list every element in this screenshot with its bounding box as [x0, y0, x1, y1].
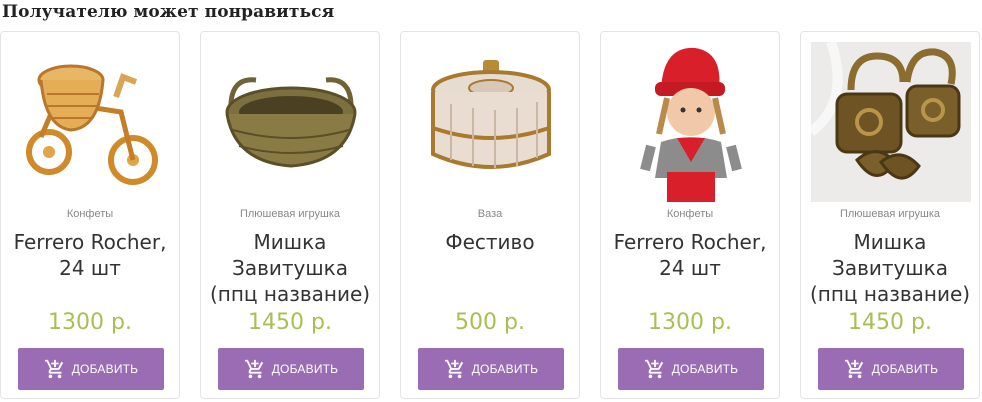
- add-to-cart-icon: [844, 358, 866, 380]
- product-image-pearl-box[interactable]: [411, 42, 571, 202]
- add-to-cart-icon: [244, 358, 266, 380]
- product-price: 1300 р.: [48, 310, 132, 335]
- product-category: Плюшевая игрушка: [239, 208, 340, 220]
- product-price: 1300 р.: [648, 310, 732, 335]
- add-to-cart-label: ДОБАВИТЬ: [871, 362, 939, 376]
- add-to-cart-button[interactable]: ДОБАВИТЬ: [218, 348, 364, 390]
- product-image-lock-keychains[interactable]: [811, 42, 971, 202]
- product-price: 500 р.: [455, 310, 525, 335]
- add-to-cart-icon: [44, 358, 66, 380]
- add-to-cart-label: ДОБАВИТЬ: [271, 362, 339, 376]
- add-to-cart-button[interactable]: ДОБАВИТЬ: [818, 348, 964, 390]
- add-to-cart-icon: [444, 358, 466, 380]
- product-name[interactable]: Ferrero Rocher, 24 шт: [609, 229, 771, 281]
- product-image-red-doll[interactable]: [611, 42, 771, 202]
- product-name[interactable]: Ferrero Rocher, 24 шт: [9, 229, 171, 281]
- product-card[interactable]: Ваза Фестиво 500 р. ДОБАВИТЬ: [400, 31, 580, 399]
- product-card[interactable]: Конфеты Ferrero Rocher, 24 шт 1300 р. ДО…: [0, 31, 180, 399]
- product-card[interactable]: Плюшевая игрушка Мишка Завитушка (ппц на…: [800, 31, 980, 399]
- add-to-cart-button[interactable]: ДОБАВИТЬ: [18, 348, 164, 390]
- add-to-cart-button[interactable]: ДОБАВИТЬ: [618, 348, 764, 390]
- product-card[interactable]: Плюшевая игрушка Мишка Завитушка (ппц на…: [200, 31, 380, 399]
- product-category: Ваза: [477, 208, 503, 220]
- product-category: Конфеты: [666, 208, 714, 220]
- add-to-cart-icon: [644, 358, 666, 380]
- product-category: Плюшевая игрушка: [839, 208, 940, 220]
- product-list: Конфеты Ferrero Rocher, 24 шт 1300 р. ДО…: [0, 31, 982, 402]
- add-to-cart-label: ДОБАВИТЬ: [471, 362, 539, 376]
- product-price: 1450 р.: [848, 310, 932, 335]
- add-to-cart-label: ДОБАВИТЬ: [671, 362, 739, 376]
- product-name[interactable]: Фестиво: [409, 229, 571, 255]
- product-card[interactable]: Конфеты Ferrero Rocher, 24 шт 1300 р. ДО…: [600, 31, 780, 399]
- product-name[interactable]: Мишка Завитушка (ппц название): [209, 229, 371, 307]
- product-category: Конфеты: [66, 208, 114, 220]
- product-price: 1450 р.: [248, 310, 332, 335]
- add-to-cart-button[interactable]: ДОБАВИТЬ: [418, 348, 564, 390]
- product-image-wicker-basket[interactable]: [211, 42, 371, 202]
- product-image-wicker-bicycle[interactable]: [11, 42, 171, 202]
- product-name[interactable]: Мишка Завитушка (ппц название): [809, 229, 971, 307]
- section-title: Получателю может понравиться: [2, 2, 335, 22]
- add-to-cart-label: ДОБАВИТЬ: [71, 362, 139, 376]
